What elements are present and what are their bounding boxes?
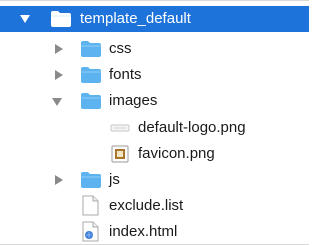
tree-row-fonts[interactable]: fonts: [0, 62, 309, 88]
disclosure-expanded-icon[interactable]: [18, 12, 32, 26]
folder-icon: [81, 172, 101, 188]
disclosure-collapsed-icon[interactable]: [52, 173, 66, 187]
tree-row-index-html[interactable]: index.html: [0, 219, 309, 245]
image-preview-icon: [111, 145, 129, 163]
tree-row-label: fonts: [109, 66, 142, 83]
tree-row-exclude-list[interactable]: exclude.list: [0, 193, 309, 219]
folder-icon: [81, 67, 101, 83]
png-image-icon: [110, 124, 130, 132]
html-file-icon: [82, 221, 99, 242]
tree-row-template-default[interactable]: template_default: [0, 6, 309, 32]
folder-icon: [51, 11, 71, 27]
disclosure-expanded-icon[interactable]: [50, 95, 64, 109]
tree-row-js[interactable]: js: [0, 167, 309, 193]
tree-row-images[interactable]: images: [0, 88, 309, 114]
folder-icon: [81, 41, 101, 57]
tree-row-label: default-logo.png: [138, 119, 246, 136]
tree-row-label: images: [109, 92, 158, 109]
tree-row-label: js: [109, 171, 120, 188]
tree-row-css[interactable]: css: [0, 36, 309, 62]
tree-row-label: favicon.png: [138, 145, 215, 162]
tree-row-label: exclude.list: [109, 197, 184, 214]
disclosure-collapsed-icon[interactable]: [52, 68, 66, 82]
tree-row-favicon-png[interactable]: favicon.png: [0, 141, 309, 167]
tree-row-label: template_default: [80, 10, 191, 27]
folder-icon: [81, 93, 101, 109]
tree-row-label: index.html: [109, 223, 178, 240]
tree-row-label: css: [109, 40, 132, 57]
document-icon: [82, 195, 99, 216]
file-tree: template_default css fonts images defaul…: [0, 0, 309, 245]
tree-row-default-logo-png[interactable]: default-logo.png: [0, 115, 309, 141]
disclosure-collapsed-icon[interactable]: [52, 42, 66, 56]
